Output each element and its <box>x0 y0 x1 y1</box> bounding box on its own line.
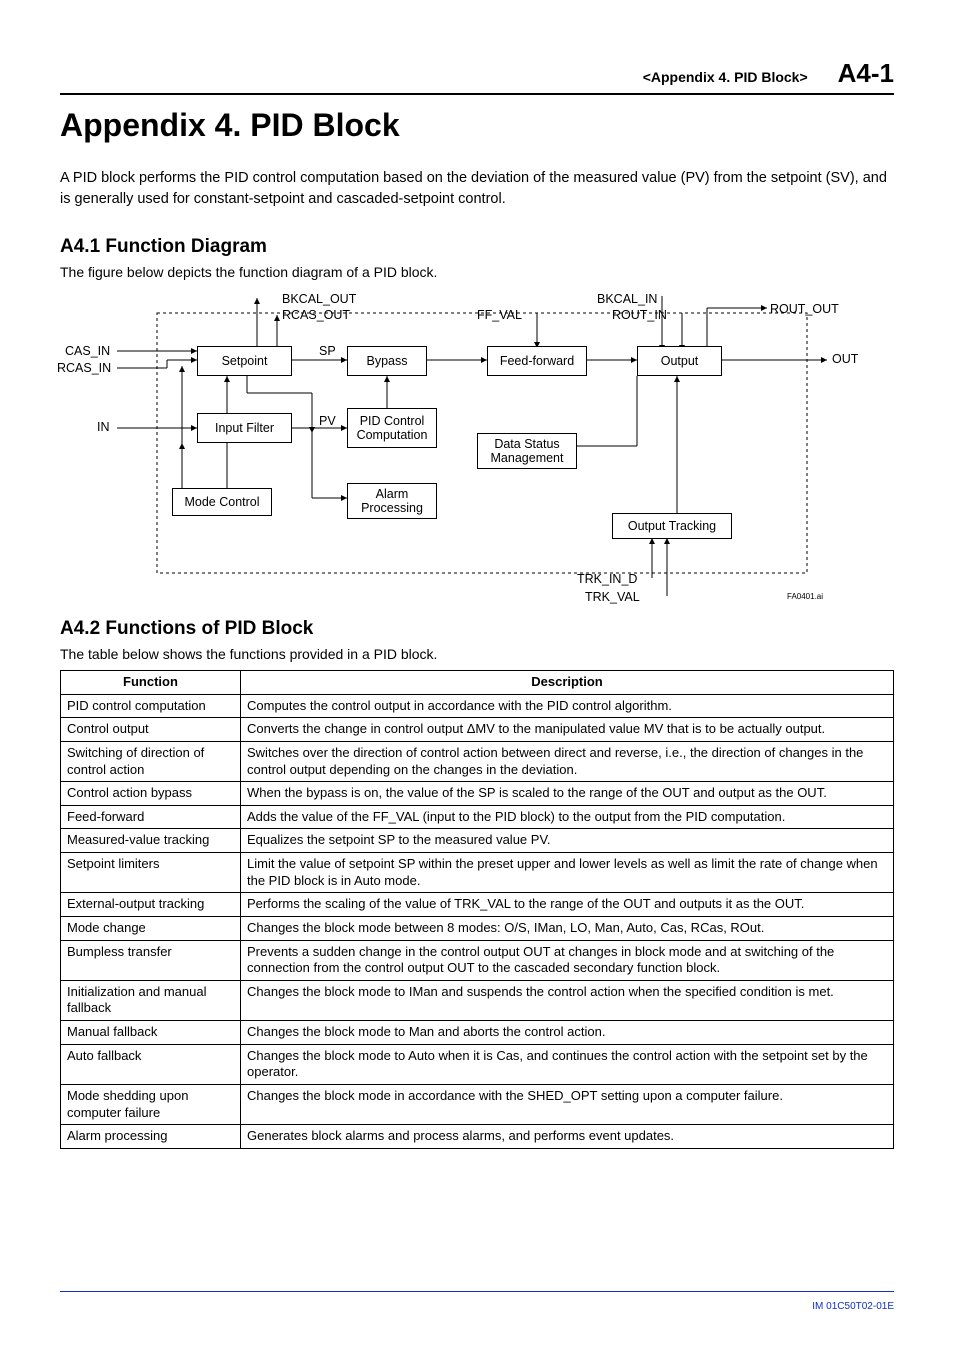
label-in: IN <box>97 420 110 434</box>
functions-table: Function Description PID control computa… <box>60 670 894 1149</box>
section-2-heading: A4.2 Functions of PID Block <box>60 618 894 640</box>
section-2-caption: The table below shows the functions prov… <box>60 646 894 662</box>
cell-function: Measured-value tracking <box>61 829 241 853</box>
table-row: Control outputConverts the change in con… <box>61 718 894 742</box>
cell-function: Control output <box>61 718 241 742</box>
breadcrumb: <Appendix 4. PID Block> <box>643 69 808 85</box>
cell-function: PID control computation <box>61 694 241 718</box>
table-row: Switching of direction of control action… <box>61 741 894 781</box>
function-diagram: Setpoint Bypass Feed-forward Output Inpu… <box>67 288 887 608</box>
table-row: Measured-value trackingEqualizes the set… <box>61 829 894 853</box>
box-setpoint: Setpoint <box>197 346 292 376</box>
page-number: A4-1 <box>838 58 894 89</box>
label-bkcal-out: BKCAL_OUT <box>282 292 356 306</box>
cell-function: Control action bypass <box>61 782 241 806</box>
box-pid-computation: PID Control Computation <box>347 408 437 448</box>
cell-function: Feed-forward <box>61 805 241 829</box>
table-row: Initialization and manual fallbackChange… <box>61 980 894 1020</box>
cell-function: Mode shedding upon computer failure <box>61 1084 241 1124</box>
cell-function: Auto fallback <box>61 1044 241 1084</box>
label-ff-val: FF_VAL <box>477 308 522 322</box>
cell-function: Manual fallback <box>61 1021 241 1045</box>
cell-description: Computes the control output in accordanc… <box>241 694 894 718</box>
cell-description: Equalizes the setpoint SP to the measure… <box>241 829 894 853</box>
table-row: Mode changeChanges the block mode betwee… <box>61 916 894 940</box>
box-input-filter: Input Filter <box>197 413 292 443</box>
cell-function: Initialization and manual fallback <box>61 980 241 1020</box>
box-feed-forward: Feed-forward <box>487 346 587 376</box>
table-row: Mode shedding upon computer failureChang… <box>61 1084 894 1124</box>
cell-description: Prevents a sudden change in the control … <box>241 940 894 980</box>
footer-text: IM 01C50T02-01E <box>812 1301 894 1312</box>
table-row: Setpoint limitersLimit the value of setp… <box>61 853 894 893</box>
cell-description: Changes the block mode to Man and aborts… <box>241 1021 894 1045</box>
section-1-heading: A4.1 Function Diagram <box>60 236 894 258</box>
page-title: Appendix 4. PID Block <box>60 107 894 144</box>
table-row: Alarm processingGenerates block alarms a… <box>61 1125 894 1149</box>
cell-function: Mode change <box>61 916 241 940</box>
table-row: Feed-forwardAdds the value of the FF_VAL… <box>61 805 894 829</box>
label-pv: PV <box>319 414 336 428</box>
box-data-status: Data Status Management <box>477 433 577 469</box>
label-bkcal-in: BKCAL_IN <box>597 292 657 306</box>
cell-function: Switching of direction of control action <box>61 741 241 781</box>
cell-function: External-output tracking <box>61 893 241 917</box>
cell-function: Setpoint limiters <box>61 853 241 893</box>
label-out: OUT <box>832 352 858 366</box>
cell-description: When the bypass is on, the value of the … <box>241 782 894 806</box>
cell-function: Alarm processing <box>61 1125 241 1149</box>
label-trk-in-d: TRK_IN_D <box>577 572 637 586</box>
table-row: Control action bypassWhen the bypass is … <box>61 782 894 806</box>
cell-description: Converts the change in control output ΔM… <box>241 718 894 742</box>
table-row: PID control computationComputes the cont… <box>61 694 894 718</box>
box-output-tracking: Output Tracking <box>612 513 732 539</box>
label-cas-in: CAS_IN <box>65 344 110 358</box>
page-header: <Appendix 4. PID Block> A4-1 <box>60 58 894 95</box>
cell-description: Limit the value of setpoint SP within th… <box>241 853 894 893</box>
cell-description: Performs the scaling of the value of TRK… <box>241 893 894 917</box>
box-output: Output <box>637 346 722 376</box>
th-description: Description <box>241 671 894 695</box>
figure-reference: FA0401.ai <box>787 592 823 601</box>
label-rout-out: ROUT_OUT <box>770 302 839 316</box>
cell-description: Adds the value of the FF_VAL (input to t… <box>241 805 894 829</box>
label-trk-val: TRK_VAL <box>585 590 640 604</box>
cell-function: Bumpless transfer <box>61 940 241 980</box>
table-row: External-output trackingPerforms the sca… <box>61 893 894 917</box>
cell-description: Switches over the direction of control a… <box>241 741 894 781</box>
box-bypass: Bypass <box>347 346 427 376</box>
cell-description: Changes the block mode between 8 modes: … <box>241 916 894 940</box>
label-rout-in: ROUT_IN <box>612 308 667 322</box>
table-row: Bumpless transferPrevents a sudden chang… <box>61 940 894 980</box>
section-1-caption: The figure below depicts the function di… <box>60 264 894 280</box>
table-row: Auto fallbackChanges the block mode to A… <box>61 1044 894 1084</box>
table-row: Manual fallbackChanges the block mode to… <box>61 1021 894 1045</box>
intro-text: A PID block performs the PID control com… <box>60 168 894 210</box>
cell-description: Changes the block mode to IMan and suspe… <box>241 980 894 1020</box>
footer-rule <box>60 1291 894 1292</box>
cell-description: Changes the block mode to Auto when it i… <box>241 1044 894 1084</box>
label-rcas-out: RCAS_OUT <box>282 308 350 322</box>
cell-description: Changes the block mode in accordance wit… <box>241 1084 894 1124</box>
label-rcas-in: RCAS_IN <box>57 361 111 375</box>
box-mode-control: Mode Control <box>172 488 272 516</box>
th-function: Function <box>61 671 241 695</box>
box-alarm-processing: Alarm Processing <box>347 483 437 519</box>
label-sp: SP <box>319 344 336 358</box>
cell-description: Generates block alarms and process alarm… <box>241 1125 894 1149</box>
